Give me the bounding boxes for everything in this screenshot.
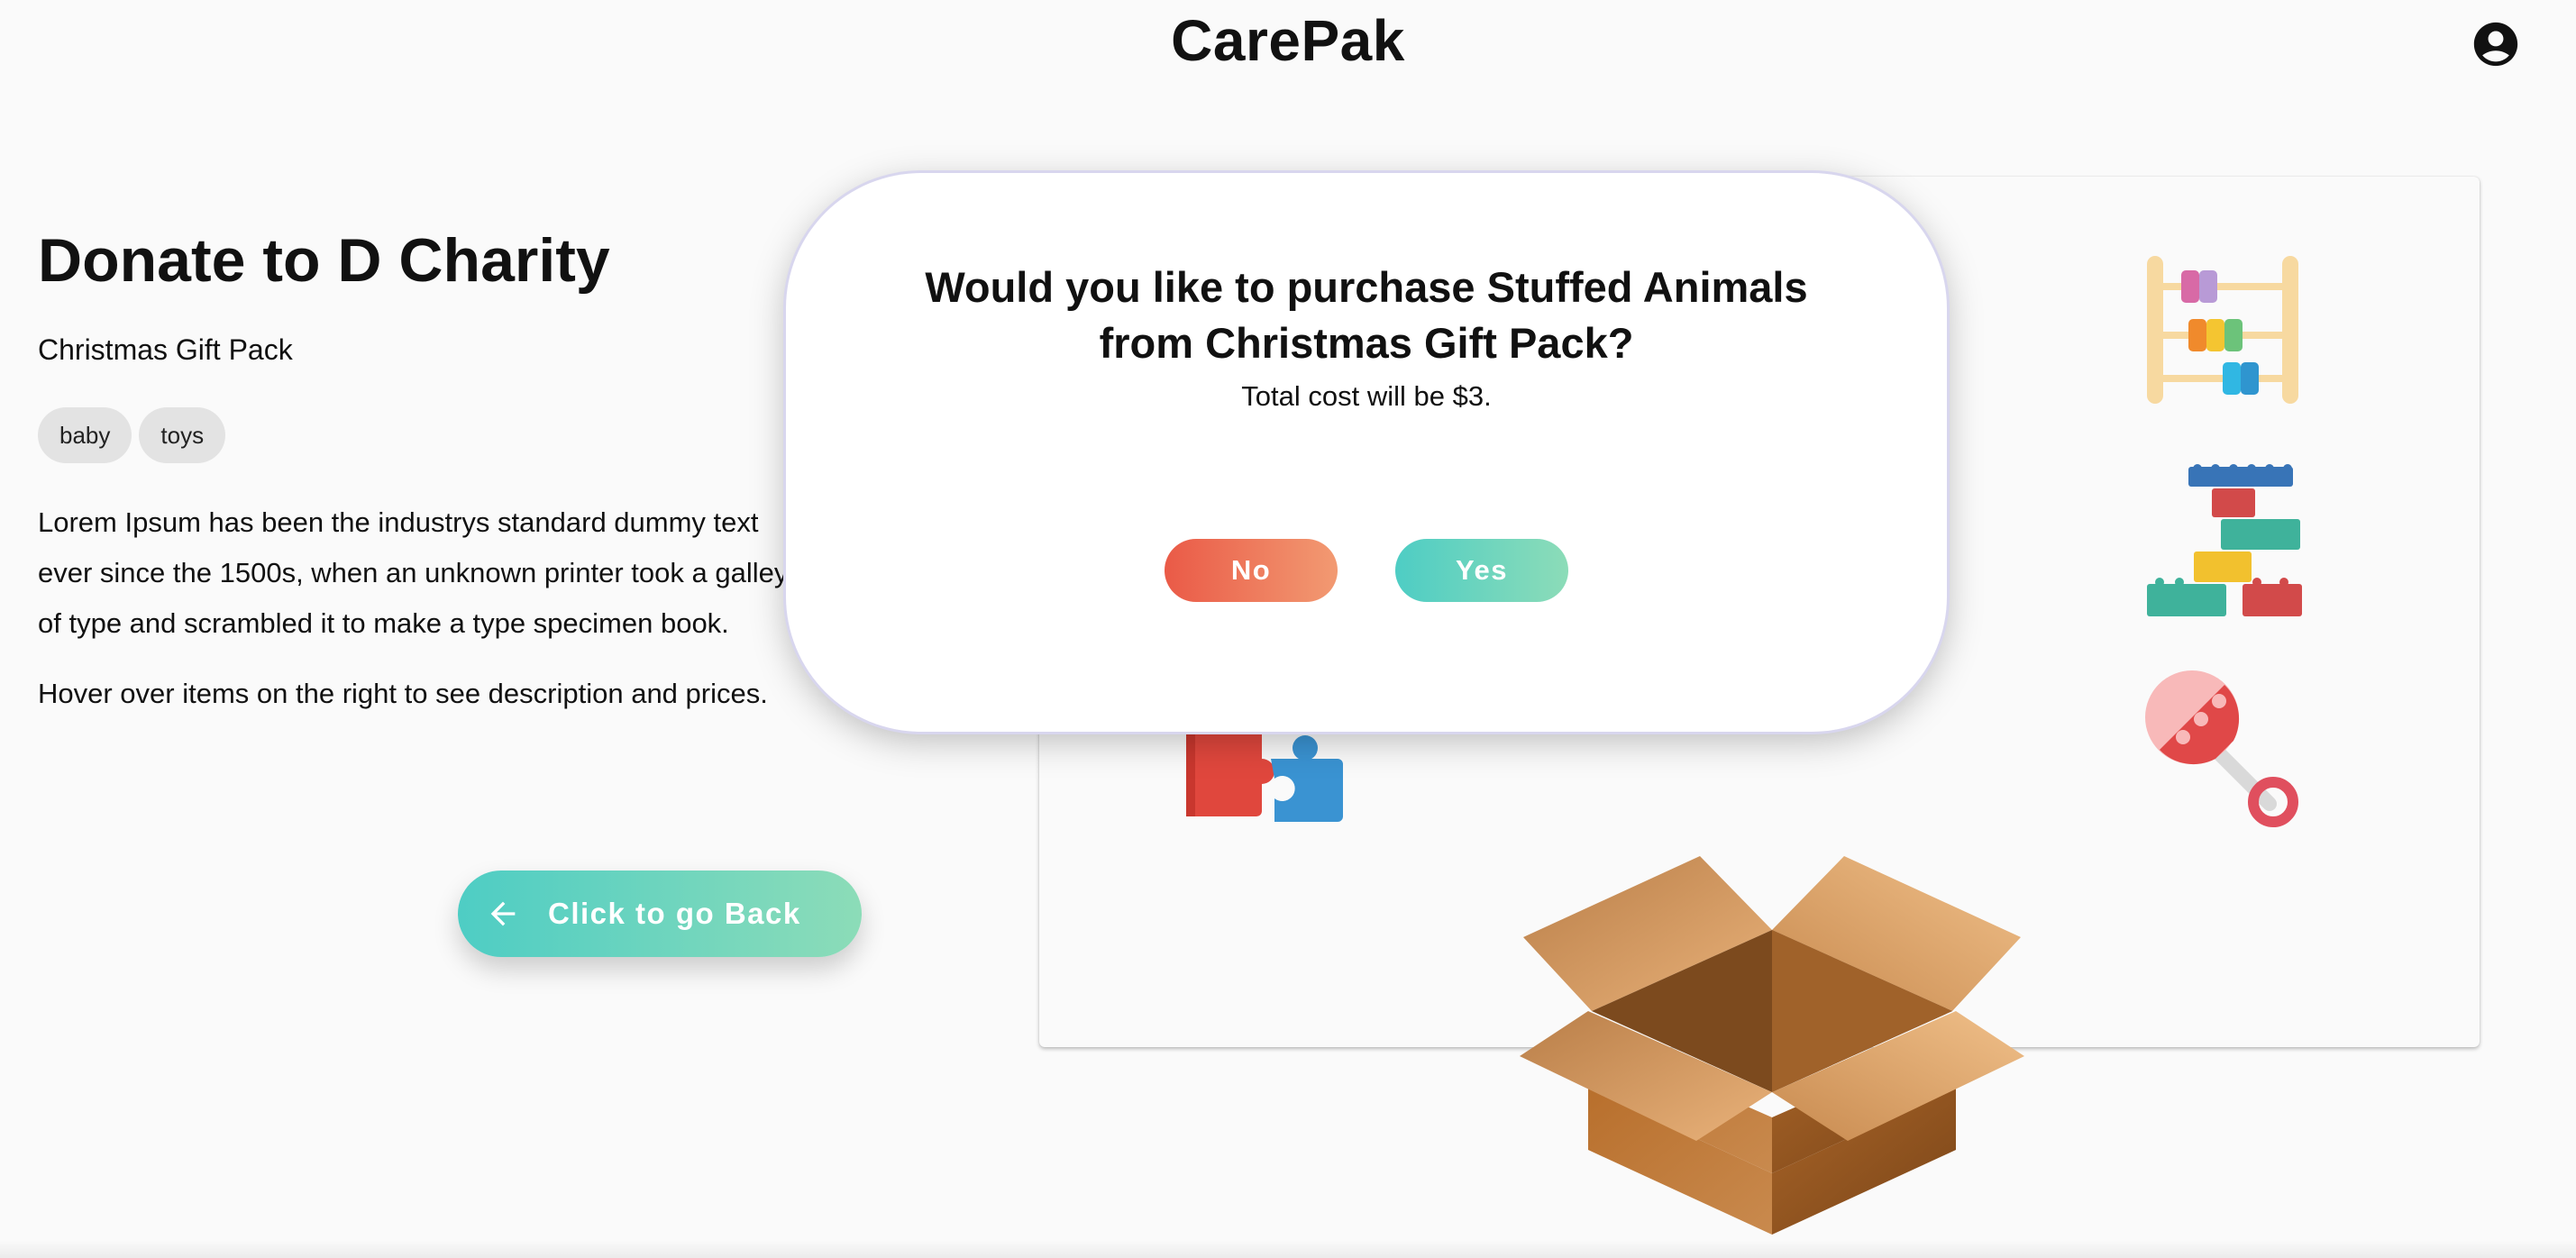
bottom-shadow bbox=[0, 1240, 2576, 1258]
page: CarePak Donate to D Charity Christmas Gi… bbox=[0, 0, 2576, 1258]
baby-rattle-icon[interactable] bbox=[2143, 669, 2302, 831]
purchase-confirm-dialog: Would you like to purchase Stuffed Anima… bbox=[786, 173, 1947, 732]
building-blocks-icon[interactable] bbox=[2143, 461, 2302, 620]
dialog-cost: Total cost will be $3. bbox=[1241, 380, 1492, 412]
page-title: Donate to D Charity bbox=[38, 226, 610, 295]
description: Lorem Ipsum has been the industrys stand… bbox=[38, 506, 789, 639]
tag-list: baby toys bbox=[38, 407, 226, 463]
account-circle-icon[interactable] bbox=[2470, 18, 2522, 70]
abacus-icon[interactable] bbox=[2143, 252, 2302, 407]
tag-toys[interactable]: toys bbox=[139, 407, 226, 463]
yes-button[interactable]: Yes bbox=[1395, 539, 1568, 602]
arrow-left-icon bbox=[490, 901, 516, 926]
cardboard-box-icon bbox=[1520, 856, 2024, 1235]
tag-baby[interactable]: baby bbox=[38, 407, 132, 463]
pack-name: Christmas Gift Pack bbox=[38, 333, 293, 366]
go-back-button[interactable]: Click to go Back bbox=[458, 871, 862, 957]
app-title: CarePak bbox=[1171, 8, 1405, 73]
dialog-question: Would you like to purchase Stuffed Anima… bbox=[925, 263, 1808, 367]
hover-hint: Hover over items on the right to see des… bbox=[38, 678, 768, 709]
go-back-label: Click to go Back bbox=[548, 897, 801, 930]
no-button[interactable]: No bbox=[1165, 539, 1338, 602]
